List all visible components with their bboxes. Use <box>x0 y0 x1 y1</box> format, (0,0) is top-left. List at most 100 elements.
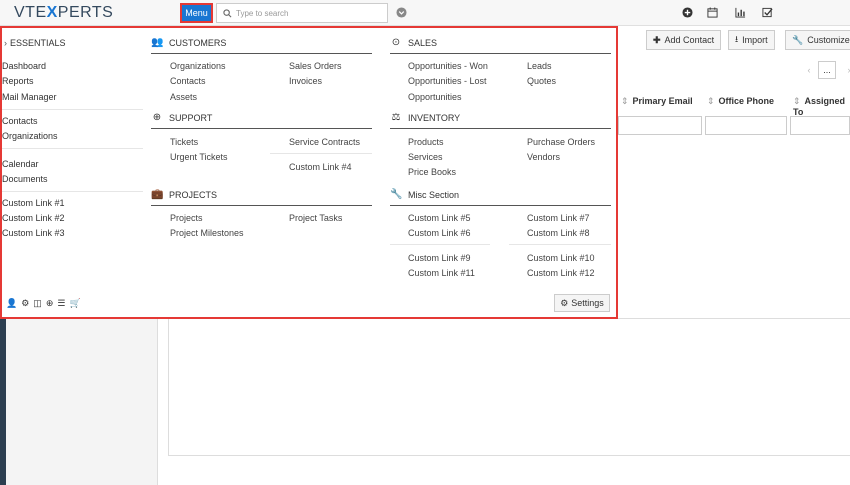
chevron-right-icon: › <box>4 38 7 48</box>
section-title: PROJECTS <box>169 189 218 200</box>
customize-label: Customize <box>807 35 850 45</box>
globe-icon[interactable]: ⊕ <box>46 298 54 309</box>
menu-item-organizations[interactable]: Organizations <box>170 61 226 71</box>
gears-icon: ⚙ <box>560 297 569 308</box>
search-options-icon[interactable] <box>396 7 407 18</box>
menu-item-custom-link-6[interactable]: Custom Link #6 <box>408 228 471 238</box>
columns-icon[interactable]: ◫ <box>33 298 42 309</box>
plus-icon: ✚ <box>653 34 661 45</box>
essentials-item-custom-link-3[interactable]: Custom Link #3 <box>2 228 65 238</box>
menu-item-opportunities[interactable]: Opportunities <box>408 92 462 102</box>
section-title: SUPPORT <box>169 112 213 123</box>
divider <box>2 191 143 192</box>
divider <box>390 244 490 245</box>
menu-item-opportunities-won[interactable]: Opportunities - Won <box>408 61 488 71</box>
column-label: Primary Email <box>632 96 693 106</box>
menu-item-custom-link-12[interactable]: Custom Link #12 <box>527 268 595 278</box>
menu-item-leads[interactable]: Leads <box>527 61 552 71</box>
reports-chart-icon[interactable] <box>735 7 746 18</box>
section-projects-heading: 💼 PROJECTS <box>151 189 217 200</box>
search-input[interactable]: Type to search <box>216 3 388 23</box>
menu-item-tickets[interactable]: Tickets <box>170 137 198 147</box>
cart-icon[interactable]: 🛒 <box>69 298 80 309</box>
essentials-item-mail-manager[interactable]: Mail Manager <box>2 92 57 102</box>
column-label: Office Phone <box>718 96 775 106</box>
add-contact-label: Add Contact <box>664 35 715 45</box>
menu-item-sales-orders[interactable]: Sales Orders <box>289 61 342 71</box>
menu-item-custom-link-9[interactable]: Custom Link #9 <box>408 253 471 263</box>
menu-item-vendors[interactable]: Vendors <box>527 152 560 162</box>
menu-item-service-contracts[interactable]: Service Contracts <box>289 137 360 147</box>
menu-item-custom-link-8[interactable]: Custom Link #8 <box>527 228 590 238</box>
customize-button[interactable]: 🔧 Customize ▾ <box>785 30 850 50</box>
brand-logo[interactable]: VTEXPERTS <box>14 4 113 22</box>
essentials-item-contacts[interactable]: Contacts <box>2 116 38 126</box>
settings-button[interactable]: ⚙ Settings <box>554 294 610 312</box>
menu-item-custom-link-10[interactable]: Custom Link #10 <box>527 253 595 263</box>
divider <box>270 153 372 154</box>
menu-item-invoices[interactable]: Invoices <box>289 76 322 86</box>
essentials-item-reports[interactable]: Reports <box>2 76 34 86</box>
filter-primary-email[interactable] <box>618 116 702 135</box>
tasks-checkbox-icon[interactable] <box>762 7 773 18</box>
essentials-item-organizations[interactable]: Organizations <box>2 131 58 141</box>
quick-icons-bar: 👤 ⚙ ◫ ⊕ ☰ 🛒 <box>6 298 81 309</box>
menu-item-custom-link-7[interactable]: Custom Link #7 <box>527 213 590 223</box>
wrench-icon: 🔧 <box>792 34 804 45</box>
search-placeholder: Type to search <box>236 8 289 18</box>
settings-label: Settings <box>571 298 604 308</box>
section-misc-heading: 🔧 Misc Section <box>390 189 459 200</box>
add-record-icon[interactable] <box>682 7 693 18</box>
gear-icon[interactable]: ⚙ <box>21 298 29 309</box>
divider <box>2 109 143 110</box>
menu-item-custom-link-11[interactable]: Custom Link #11 <box>408 268 475 278</box>
filter-office-phone[interactable] <box>705 116 787 135</box>
section-customers-heading: 👥 CUSTOMERS <box>151 37 226 48</box>
column-header-primary-email[interactable]: ⇕ Primary Email <box>621 96 693 107</box>
column-header-office-phone[interactable]: ⇕ Office Phone <box>707 96 774 107</box>
menu-item-urgent-tickets[interactable]: Urgent Tickets <box>170 152 228 162</box>
menu-item-price-books[interactable]: Price Books <box>408 167 456 177</box>
list-icon[interactable]: ☰ <box>57 298 65 309</box>
user-icon[interactable]: 👤 <box>6 298 17 309</box>
add-contact-button[interactable]: ✚ Add Contact <box>646 30 722 50</box>
menu-item-project-tasks[interactable]: Project Tasks <box>289 213 342 223</box>
column-header-assigned-to[interactable]: ⇕ Assigned To <box>793 96 850 117</box>
menu-item-purchase-orders[interactable]: Purchase Orders <box>527 137 595 147</box>
essentials-item-dashboard[interactable]: Dashboard <box>2 61 46 71</box>
import-label: Import <box>742 35 768 45</box>
menu-item-opportunities-lost[interactable]: Opportunities - Lost <box>408 76 487 86</box>
logo-text-x: X <box>46 4 58 21</box>
calendar-icon[interactable] <box>707 7 718 18</box>
mega-menu: › ESSENTIALS Dashboard Reports Mail Manag… <box>0 26 618 319</box>
essentials-item-documents[interactable]: Documents <box>2 174 48 184</box>
section-rule <box>390 53 611 54</box>
menu-button[interactable]: Menu <box>180 3 213 23</box>
menu-item-quotes[interactable]: Quotes <box>527 76 556 86</box>
menu-item-custom-link-5[interactable]: Custom Link #5 <box>408 213 471 223</box>
essentials-heading: › ESSENTIALS <box>4 38 66 48</box>
list-empty-panel <box>168 318 850 456</box>
section-inventory-heading: ⚖ INVENTORY <box>390 112 461 123</box>
import-button[interactable]: ⭳ Import <box>728 30 775 50</box>
section-rule <box>390 205 611 206</box>
import-icon: ⭳ <box>735 34 739 44</box>
divider <box>2 148 143 149</box>
essentials-item-calendar[interactable]: Calendar <box>2 159 39 169</box>
menu-item-products[interactable]: Products <box>408 137 444 147</box>
filter-assigned-to[interactable] <box>790 116 850 135</box>
pager-next-button[interactable]: › <box>840 61 850 79</box>
logo-text-2: PERTS <box>57 4 114 21</box>
menu-item-custom-link-4[interactable]: Custom Link #4 <box>289 162 352 172</box>
pager-more-button[interactable]: ... <box>818 61 836 79</box>
menu-item-project-milestones[interactable]: Project Milestones <box>170 228 244 238</box>
essentials-item-custom-link-2[interactable]: Custom Link #2 <box>2 213 65 223</box>
menu-item-contacts[interactable]: Contacts <box>170 76 206 86</box>
sort-icon: ⇕ <box>621 96 629 106</box>
menu-item-assets[interactable]: Assets <box>170 92 197 102</box>
menu-item-services[interactable]: Services <box>408 152 443 162</box>
pager-prev-button[interactable]: ‹ <box>800 61 818 79</box>
menu-item-projects[interactable]: Projects <box>170 213 203 223</box>
essentials-item-custom-link-1[interactable]: Custom Link #1 <box>2 198 65 208</box>
users-icon: 👥 <box>151 37 164 48</box>
